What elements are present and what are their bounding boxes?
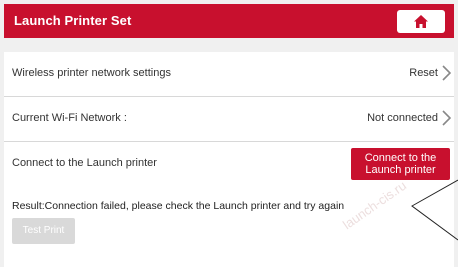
connect-printer-button[interactable]: Connect to the Launch printer: [351, 148, 450, 180]
wifi-status-value: Not connected: [367, 112, 438, 124]
chevron-right-icon: [442, 110, 451, 126]
wireless-settings-row[interactable]: Wireless printer network settings Reset: [4, 52, 454, 97]
home-button[interactable]: [397, 10, 445, 33]
test-print-button[interactable]: Test Print: [12, 218, 75, 244]
reset-value: Reset: [409, 67, 438, 79]
printer-settings-screen: Launch Printer Set Wireless printer netw…: [0, 0, 458, 267]
connect-printer-label: Connect to the Launch printer: [12, 157, 157, 169]
title-bar: Launch Printer Set: [4, 4, 454, 38]
connect-button-line1: Connect to the: [364, 152, 437, 164]
connect-button-line2: Launch printer: [365, 164, 436, 176]
chevron-right-icon: [442, 65, 451, 81]
home-icon: [414, 15, 428, 28]
page-title: Launch Printer Set: [14, 13, 132, 28]
connect-printer-row: Connect to the Launch printer Connect to…: [4, 142, 454, 186]
wifi-network-label: Current Wi-Fi Network :: [12, 112, 127, 124]
wireless-settings-label: Wireless printer network settings: [12, 67, 171, 79]
wifi-network-row[interactable]: Current Wi-Fi Network : Not connected: [4, 97, 454, 142]
result-message: Result:Connection failed, please check t…: [12, 200, 345, 212]
settings-panel: Wireless printer network settings Reset …: [4, 52, 454, 267]
